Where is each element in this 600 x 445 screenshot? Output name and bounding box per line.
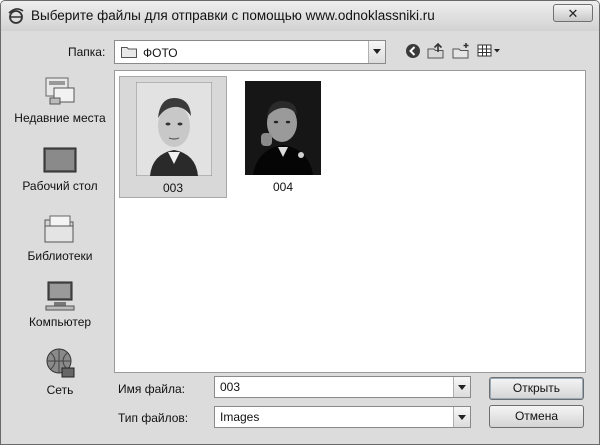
file-list: 003 004 <box>114 70 586 373</box>
chevron-down-icon[interactable] <box>368 41 385 63</box>
place-label: Рабочий стол <box>22 179 98 193</box>
file-item-003[interactable]: 003 <box>119 76 227 198</box>
recent-places-icon <box>45 77 75 105</box>
computer-icon <box>45 281 75 311</box>
view-menu-icon[interactable] <box>476 41 502 61</box>
place-desktop[interactable]: Рабочий стол <box>10 146 110 193</box>
window-title: Выберите файлы для отправки с помощью ww… <box>31 8 435 23</box>
place-label: Недавние места <box>14 111 106 125</box>
filetype-dropdown[interactable]: Images <box>214 406 471 428</box>
filename-label: Имя файла: <box>118 382 185 396</box>
filetype-label: Тип файлов: <box>118 411 189 425</box>
place-label: Сеть <box>46 383 74 397</box>
back-icon[interactable] <box>404 41 422 61</box>
chevron-down-icon[interactable] <box>453 377 470 397</box>
photo-thumbnail-004 <box>245 81 321 175</box>
folder-icon <box>121 47 137 58</box>
folder-name: ФОТО <box>143 46 178 60</box>
place-label: Библиотеки <box>27 249 93 263</box>
photo-thumbnail-003 <box>136 82 212 176</box>
libraries-icon <box>44 215 74 243</box>
file-item-004[interactable]: 004 <box>229 76 337 198</box>
desktop-icon <box>43 147 77 173</box>
places-bar: Недавние места Рабочий стол Библиотеки К… <box>10 70 110 397</box>
folder-dropdown[interactable]: ФОТО <box>114 40 386 64</box>
folder-label: Папка: <box>68 45 106 59</box>
chevron-down-icon[interactable] <box>453 407 470 427</box>
file-name: 004 <box>272 180 294 194</box>
place-computer[interactable]: Компьютер <box>10 278 110 329</box>
place-recent[interactable]: Недавние места <box>10 74 110 125</box>
file-open-dialog: Выберите файлы для отправки с помощью ww… <box>0 0 600 445</box>
filename-value: 003 <box>220 380 241 394</box>
cancel-button[interactable]: Отмена <box>489 405 584 428</box>
filetype-value: Images <box>220 410 260 424</box>
place-libraries[interactable]: Библиотеки <box>10 212 110 263</box>
place-label: Компьютер <box>28 315 92 329</box>
browser-icon <box>8 8 24 24</box>
open-button[interactable]: Открыть <box>489 377 584 400</box>
place-network[interactable]: Сеть <box>10 346 110 397</box>
network-icon <box>46 348 75 378</box>
up-folder-icon[interactable] <box>426 41 446 61</box>
new-folder-icon[interactable] <box>451 41 471 61</box>
title-bar: Выберите файлы для отправки с помощью ww… <box>1 1 599 31</box>
close-button[interactable]: ✕ <box>553 4 593 22</box>
filename-input[interactable]: 003 <box>214 376 471 398</box>
file-name: 003 <box>162 181 184 195</box>
